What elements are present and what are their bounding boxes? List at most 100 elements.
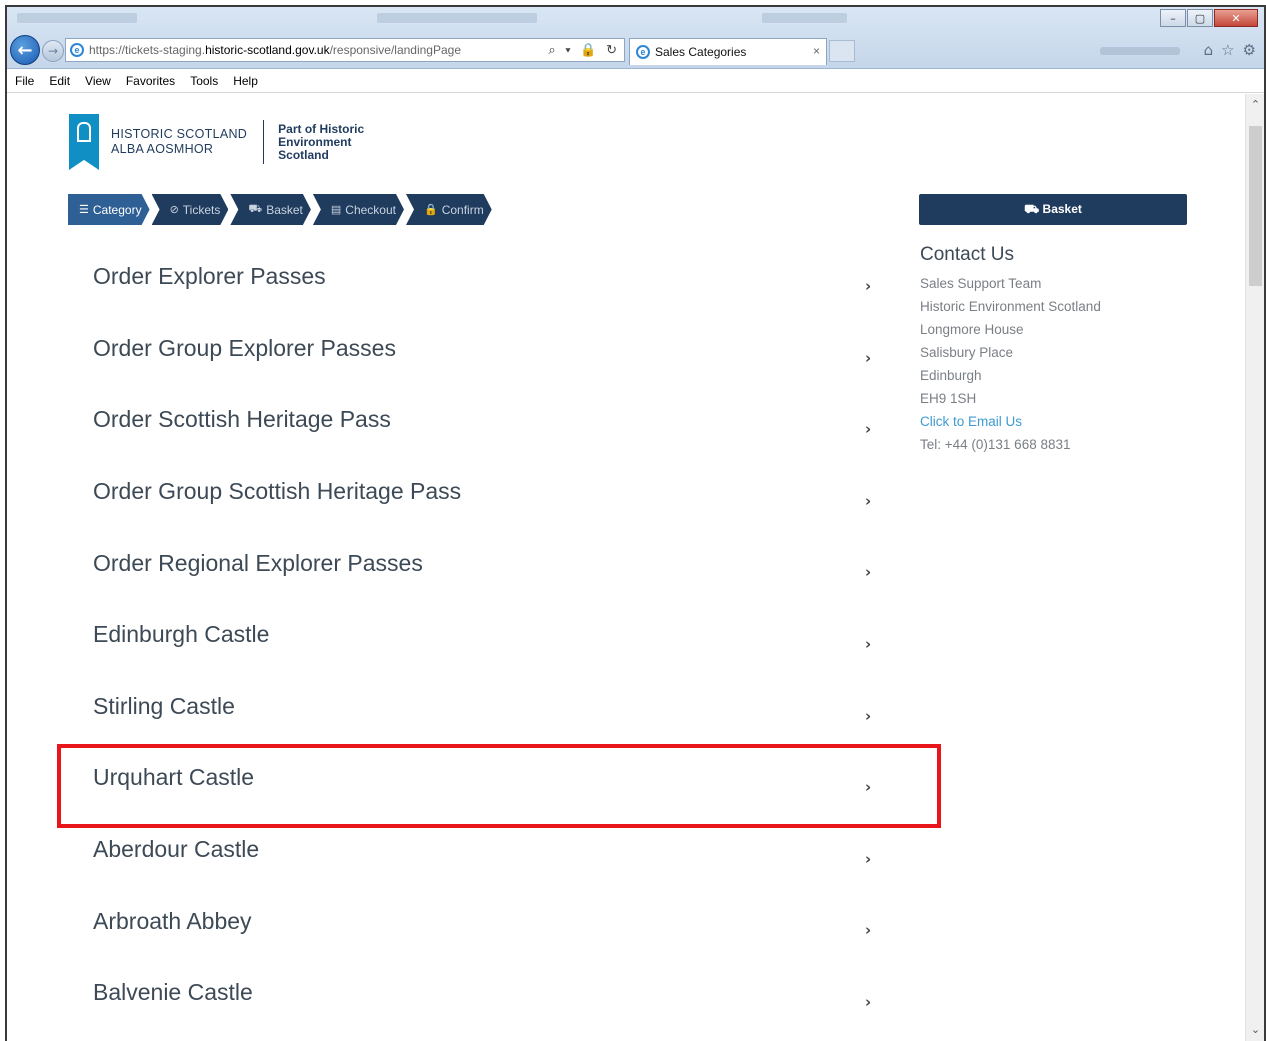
category-label: Order Group Scottish Heritage Pass [93, 478, 462, 505]
back-button[interactable]: ← [10, 35, 40, 65]
historic-scotland-logo-icon [69, 114, 99, 170]
category-item[interactable]: Order Regional Explorer Passes › [93, 531, 893, 603]
logo-subtitle: Part of Historic Environment Scotland [278, 121, 365, 162]
logo-sub-1: Part of Historic [278, 121, 365, 136]
menu-view[interactable]: View [85, 74, 111, 88]
ie-icon: e [70, 43, 84, 57]
chevron-right-icon: › [865, 420, 872, 439]
category-item[interactable]: Order Group Scottish Heritage Pass › [93, 460, 893, 532]
category-label: Arbroath Abbey [93, 907, 252, 934]
url-scheme: https:// [89, 43, 126, 57]
category-item[interactable]: Balvenie Castle › [93, 961, 893, 1033]
category-item[interactable]: Order Explorer Passes › [93, 245, 893, 317]
address-bar[interactable]: e https:// tickets-staging. historic-sco… [65, 38, 625, 62]
maximize-button[interactable]: ▢ [1187, 9, 1213, 27]
forward-button[interactable]: → [42, 40, 64, 62]
tab-close-icon[interactable]: × [813, 44, 820, 58]
category-item-urquhart-castle[interactable]: Urquhart Castle › [93, 746, 893, 818]
menu-favorites[interactable]: Favorites [126, 74, 175, 88]
logo-line-1: HISTORIC SCOTLAND [111, 127, 248, 141]
window-controls: – ▢ ✕ [1159, 9, 1258, 27]
step-tickets[interactable]: ⊘ Tickets [152, 194, 229, 225]
step-confirm[interactable]: 🔒 Confirm [406, 194, 492, 225]
contact-line: Longmore House [920, 322, 1024, 337]
ticket-icon: ⊘ [169, 204, 179, 216]
logo-line-2: ALBA AOSMHOR [111, 142, 214, 156]
category-label: Balvenie Castle [93, 979, 253, 1006]
title-blur [377, 13, 537, 23]
chevron-right-icon: › [865, 634, 872, 653]
category-item[interactable]: Aberdour Castle › [93, 818, 893, 890]
category-item[interactable]: Order Scottish Heritage Pass › [93, 388, 893, 460]
chevron-right-icon: › [865, 921, 872, 940]
checkout-steps: ☰ Category ⊘ Tickets ⛟ Basket ▤ Checkout… [68, 194, 494, 225]
step-checkout[interactable]: ▤ Checkout [313, 194, 404, 225]
step-category[interactable]: ☰ Category [68, 194, 150, 225]
toolbar-blur [1100, 47, 1180, 55]
contact-phone: Tel: +44 (0)131 668 8831 [920, 437, 1071, 452]
category-item[interactable]: Arbroath Abbey › [93, 889, 893, 961]
right-tools: ⌂ ☆ ⚙ [1204, 41, 1256, 59]
contact-line: Edinburgh [920, 368, 982, 383]
category-label: Order Explorer Passes [93, 263, 326, 290]
cart-icon: ⛟ [248, 202, 263, 215]
menu-icon: ☰ [79, 204, 89, 216]
gear-icon[interactable]: ⚙ [1243, 41, 1256, 59]
url-host: historic-scotland.gov.uk [205, 43, 330, 57]
email-link[interactable]: Click to Email Us [920, 410, 1101, 433]
menu-file[interactable]: File [15, 74, 34, 88]
scroll-thumb[interactable] [1249, 126, 1262, 286]
contact-line: Sales Support Team [920, 276, 1042, 291]
contact-line: Historic Environment Scotland [920, 299, 1101, 314]
category-item[interactable]: Stirling Castle › [93, 675, 893, 747]
menu-edit[interactable]: Edit [49, 74, 70, 88]
chevron-right-icon: › [865, 849, 872, 868]
tab-title: Sales Categories [655, 45, 747, 59]
chevron-right-icon: › [865, 563, 872, 582]
category-label: Stirling Castle [93, 692, 235, 719]
chevron-right-icon: › [865, 277, 872, 295]
url-path: /responsive/landingPage [329, 43, 462, 57]
title-blur [17, 13, 137, 23]
chevron-right-icon: › [865, 491, 872, 510]
logo-text: HISTORIC SCOTLAND ALBA AOSMHOR [111, 127, 247, 157]
chevron-right-icon: › [865, 706, 872, 725]
step-label: Basket [266, 202, 303, 217]
step-label: Checkout [345, 202, 396, 217]
url-host-prefix: tickets-staging. [125, 43, 206, 57]
search-lock-refresh-icons[interactable]: ⌕ ▾ 🔒 ↻ [548, 42, 620, 58]
category-label: Urquhart Castle [93, 764, 255, 791]
category-label: Aberdour Castle [93, 836, 260, 863]
menu-tools[interactable]: Tools [190, 74, 218, 88]
minimize-button[interactable]: – [1160, 9, 1186, 27]
tab-sales-categories[interactable]: e Sales Categories × [629, 38, 827, 65]
category-item[interactable]: Edinburgh Castle › [93, 603, 893, 675]
chevron-right-icon: › [865, 992, 872, 1011]
title-blur [762, 13, 847, 23]
logo-sub-2: Environment [278, 134, 352, 149]
ie-icon: e [636, 45, 650, 59]
category-label: Order Group Explorer Passes [93, 334, 396, 361]
step-label: Tickets [182, 202, 221, 217]
step-basket[interactable]: ⛟ Basket [230, 194, 311, 225]
vertical-scrollbar[interactable]: ⌃ ⌄ [1245, 94, 1264, 1041]
site-logo[interactable]: HISTORIC SCOTLAND ALBA AOSMHOR Part of H… [69, 114, 364, 170]
chevron-right-icon: › [865, 348, 872, 367]
favorites-star-icon[interactable]: ☆ [1221, 41, 1234, 59]
logo-divider [263, 120, 265, 164]
menu-help[interactable]: Help [233, 74, 258, 88]
category-list: Order Explorer Passes › Order Group Expl… [93, 245, 893, 1033]
basket-button[interactable]: ⛟ Basket [919, 194, 1187, 225]
close-button[interactable]: ✕ [1214, 9, 1258, 27]
contact-line: Salisbury Place [920, 345, 1014, 360]
scroll-down-icon[interactable]: ⌄ [1246, 1023, 1264, 1036]
category-item[interactable]: Order Group Explorer Passes › [93, 317, 893, 389]
navigation-row: ← → e https:// tickets-staging. historic… [7, 35, 1264, 65]
new-tab-button[interactable] [829, 40, 855, 62]
scroll-up-icon[interactable]: ⌃ [1246, 98, 1264, 111]
category-label: Edinburgh Castle [93, 621, 270, 648]
contact-title: Contact Us [920, 244, 1014, 265]
home-icon[interactable]: ⌂ [1204, 41, 1214, 59]
contact-panel: Contact Us Sales Support Team Historic E… [920, 244, 1101, 456]
category-label: Order Regional Explorer Passes [93, 549, 423, 576]
